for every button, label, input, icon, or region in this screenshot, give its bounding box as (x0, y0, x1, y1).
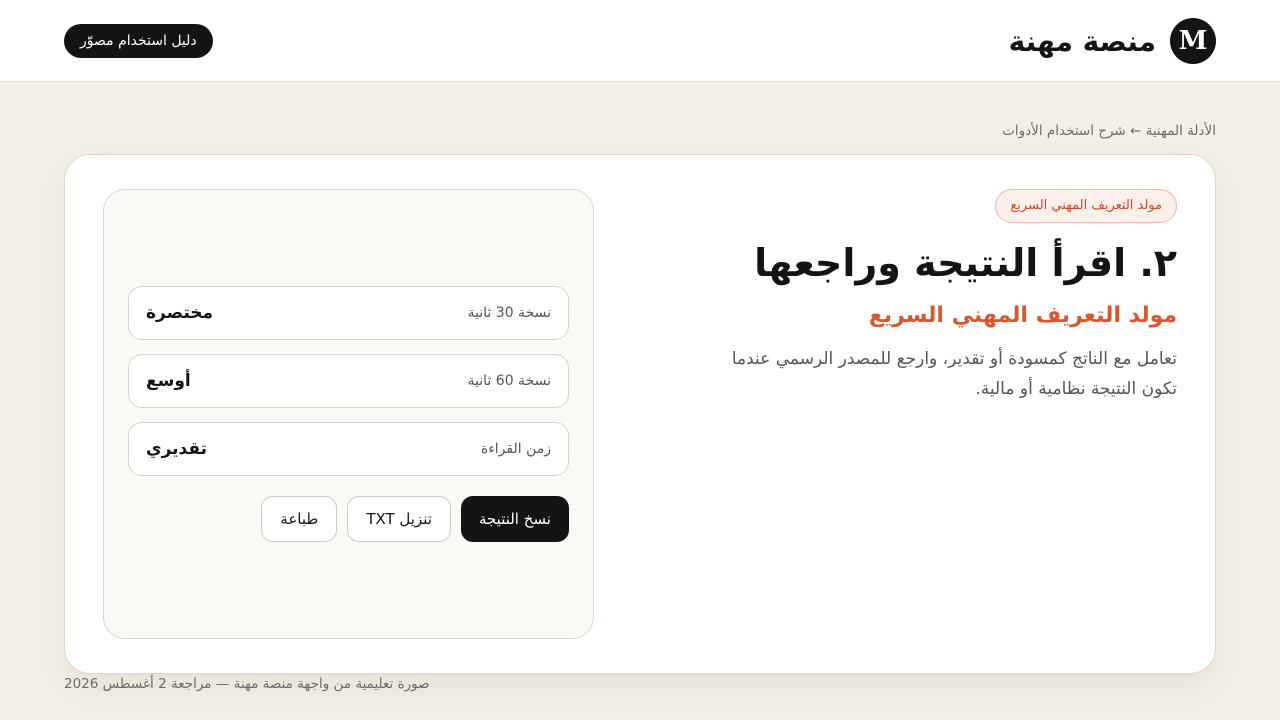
breadcrumb[interactable]: الأدلة المهنية ← شرح استخدام الأدوات (1002, 123, 1216, 139)
result-row-value: أوسع (146, 371, 191, 391)
copy-result-button[interactable]: نسخ النتيجة (460, 496, 569, 542)
top-bar: M منصة مهنة دليل استخدام مصوّر (0, 0, 1280, 82)
step-intro: مولد التعريف المهني السريع ٢. اقرأ النتي… (707, 189, 1177, 404)
step-title: ٢. اقرأ النتيجة وراجعها (754, 241, 1177, 285)
step-card: مولد التعريف المهني السريع ٢. اقرأ النتي… (64, 154, 1216, 674)
result-row-label: نسخة 60 ثانية (467, 373, 551, 389)
result-rows: نسخة 30 ثانية مختصرة نسخة 60 ثانية أوسع … (128, 286, 569, 490)
step-description: تعامل مع الناتج كمسودة أو تقدير، وارجع ل… (731, 348, 1177, 399)
result-row-60s: نسخة 60 ثانية أوسع (128, 354, 569, 408)
result-panel: نسخة 30 ثانية مختصرة نسخة 60 ثانية أوسع … (103, 189, 594, 639)
print-button[interactable]: طباعة (261, 496, 338, 542)
result-row-reading-time: زمن القراءة تقديري (128, 422, 569, 476)
tool-tag: مولد التعريف المهني السريع (995, 189, 1177, 223)
result-actions: نسخ النتيجة تنزيل TXT طباعة (261, 496, 569, 542)
download-txt-button[interactable]: تنزيل TXT (347, 496, 451, 542)
result-row-value: تقديري (146, 439, 207, 459)
result-row-value: مختصرة (146, 303, 214, 323)
brand-name: منصة مهنة (1008, 24, 1156, 58)
tool-name: مولد التعريف المهني السريع (868, 302, 1177, 328)
result-row-label: نسخة 30 ثانية (467, 305, 551, 321)
illustrated-guide-button[interactable]: دليل استخدام مصوّر (64, 24, 213, 58)
brand[interactable]: M منصة مهنة (1009, 18, 1216, 64)
footer-caption: صورة تعليمية من واجهة منصة مهنة — مراجعة… (64, 676, 430, 692)
result-row-30s: نسخة 30 ثانية مختصرة (128, 286, 569, 340)
brand-logo: M (1170, 18, 1216, 64)
result-row-label: زمن القراءة (480, 441, 551, 457)
